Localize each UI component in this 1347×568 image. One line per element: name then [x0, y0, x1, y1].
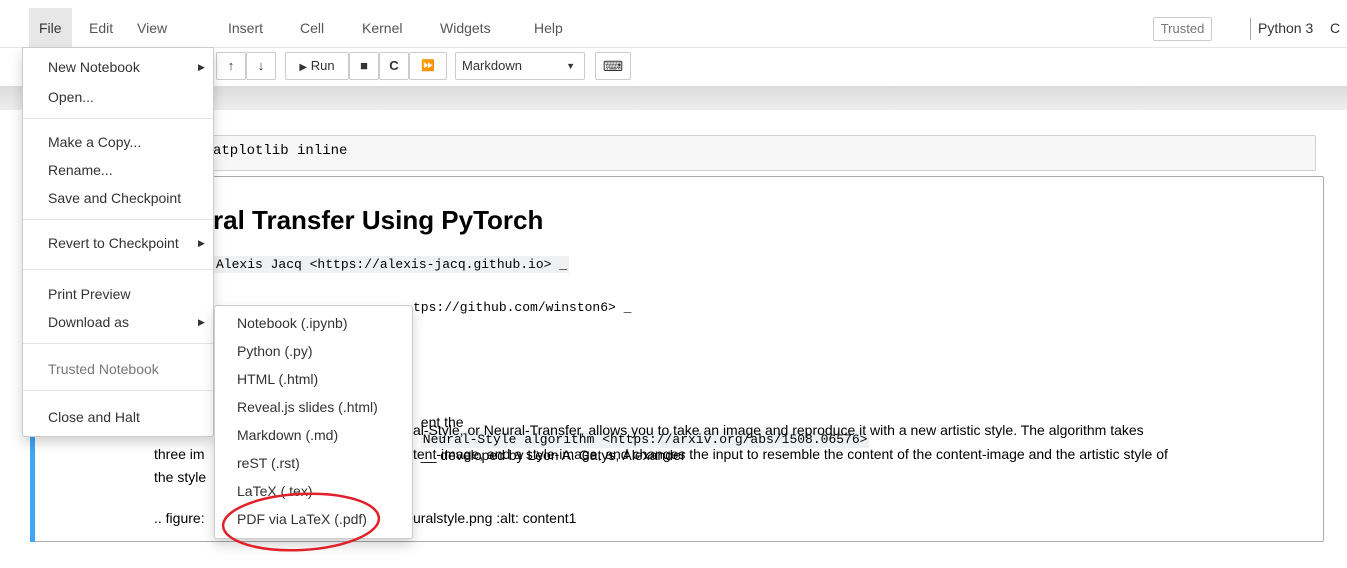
menu-item-download-as[interactable]: Download as: [48, 314, 129, 330]
kernel-status-icon: C: [1330, 20, 1341, 36]
move-up-button[interactable]: ↑: [216, 52, 246, 80]
interrupt-button[interactable]: ■: [349, 52, 379, 80]
submenu-arrow-icon: ▶: [198, 62, 205, 72]
restart-icon: C: [389, 58, 399, 73]
paragraph-text-line4: the style: [154, 469, 207, 485]
menu-item-rename[interactable]: Rename...: [48, 162, 113, 178]
menu-item-close-halt[interactable]: Close and Halt: [48, 409, 140, 425]
figure-text: uralstyle.png :alt: content1: [413, 510, 577, 526]
kernel-divider: [1250, 18, 1251, 40]
move-down-button[interactable]: ↓: [246, 52, 276, 80]
download-py[interactable]: Python (.py): [237, 343, 312, 359]
menu-item-print-preview[interactable]: Print Preview: [48, 286, 130, 302]
figure-prefix: .. figure:: [154, 510, 205, 526]
paragraph-text-line3: tent-image, and a style-image, and chang…: [413, 446, 1168, 462]
menu-item-save-checkpoint[interactable]: Save and Checkpoint: [48, 190, 181, 206]
submenu-arrow-icon: ▶: [198, 317, 205, 327]
menu-insert[interactable]: Insert: [218, 8, 273, 48]
arrow-up-icon: ↑: [227, 58, 235, 73]
menu-item-open[interactable]: Open...: [48, 89, 94, 105]
paragraph-text-line3-prefix: three im: [154, 446, 205, 462]
file-menu-dropdown: New Notebook ▶ Open... Make a Copy... Re…: [22, 47, 214, 437]
restart-button[interactable]: C: [379, 52, 409, 80]
menu-kernel[interactable]: Kernel: [352, 8, 412, 48]
submenu-arrow-icon: ▶: [198, 238, 205, 248]
menu-file[interactable]: File: [29, 8, 72, 48]
menu-item-make-copy[interactable]: Make a Copy...: [48, 134, 141, 150]
menu-view[interactable]: View: [127, 8, 177, 48]
run-label: Run: [310, 58, 335, 73]
menu-item-new-notebook[interactable]: New Notebook: [48, 59, 140, 75]
cell-type-select[interactable]: Markdown ▼: [455, 52, 585, 80]
menu-item-revert-checkpoint[interactable]: Revert to Checkpoint: [48, 235, 179, 251]
menu-help[interactable]: Help: [524, 8, 573, 48]
code-cell-text: atplotlib inline: [213, 143, 348, 159]
menu-widgets[interactable]: Widgets: [430, 8, 501, 48]
menu-cell[interactable]: Cell: [290, 8, 334, 48]
menu-item-trusted-notebook: Trusted Notebook: [48, 361, 159, 377]
command-palette-button[interactable]: ⌨: [595, 52, 631, 80]
author-line: Alexis Jacq <https://alexis-jacq.github.…: [214, 256, 570, 273]
menubar: File Edit View Insert Cell Kernel Widget…: [0, 8, 1347, 48]
download-rest[interactable]: reST (.rst): [237, 455, 300, 471]
run-button[interactable]: ▶ Run: [285, 52, 349, 80]
caret-down-icon: ▼: [566, 61, 575, 71]
restart-run-all-button[interactable]: ⏩: [409, 52, 447, 80]
menu-divider: [23, 118, 213, 119]
download-markdown[interactable]: Markdown (.md): [237, 427, 338, 443]
menu-divider: [23, 343, 213, 344]
keyboard-icon: ⌨: [602, 58, 624, 74]
download-ipynb[interactable]: Notebook (.ipynb): [237, 315, 348, 331]
menu-edit[interactable]: Edit: [79, 8, 123, 48]
step-forward-icon: ▶: [299, 62, 308, 73]
menu-divider: [23, 269, 213, 270]
fast-forward-icon: ⏩: [421, 60, 435, 72]
kernel-name: Python 3: [1258, 20, 1314, 36]
arrow-down-icon: ↓: [257, 58, 265, 73]
editor-line: tps://github.com/winston6> _: [413, 300, 632, 315]
markdown-heading: ral Transfer Using PyTorch: [213, 205, 544, 235]
download-reveal-slides[interactable]: Reveal.js slides (.html): [237, 399, 378, 415]
paragraph-text-line2: al-Style, or Neural-Transfer, allows you…: [413, 422, 1144, 438]
trusted-badge[interactable]: Trusted: [1153, 17, 1212, 41]
stop-icon: ■: [360, 58, 368, 73]
highlight-annotation: [221, 492, 381, 552]
cell-type-value: Markdown: [462, 58, 522, 73]
download-html[interactable]: HTML (.html): [237, 371, 318, 387]
menu-divider: [23, 390, 213, 391]
menu-divider: [23, 219, 213, 220]
